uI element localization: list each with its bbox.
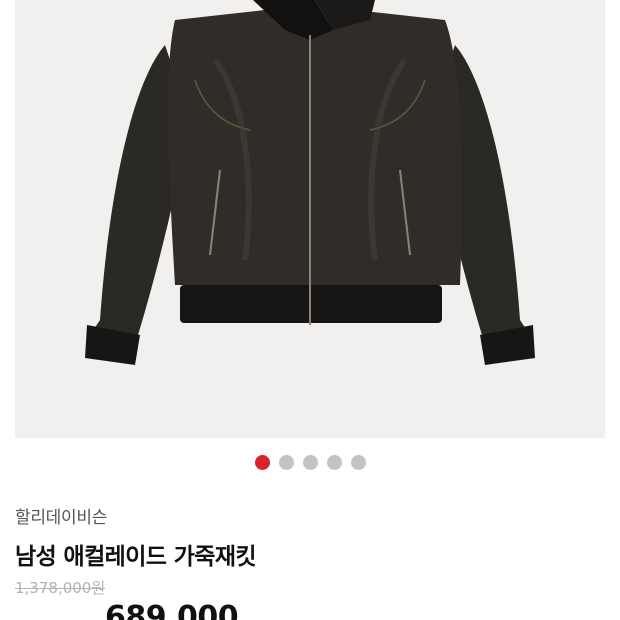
gallery-pagination bbox=[0, 455, 620, 470]
jacket-illustration bbox=[15, 0, 605, 438]
brand-name[interactable]: 할리데이비슨 bbox=[15, 503, 107, 528]
gallery-dot-3[interactable] bbox=[302, 455, 318, 470]
original-price: 1,378,000원 bbox=[15, 579, 106, 597]
gallery-dot-5[interactable] bbox=[350, 455, 366, 470]
gallery-dot-4[interactable] bbox=[326, 455, 342, 470]
sale-price: 689,000 bbox=[105, 600, 239, 620]
product-image[interactable] bbox=[15, 0, 605, 438]
product-title: 남성 애컬레이드 가죽재킷 bbox=[15, 544, 257, 570]
gallery-dot-2[interactable] bbox=[278, 455, 294, 470]
gallery-dot-1[interactable] bbox=[254, 455, 270, 470]
